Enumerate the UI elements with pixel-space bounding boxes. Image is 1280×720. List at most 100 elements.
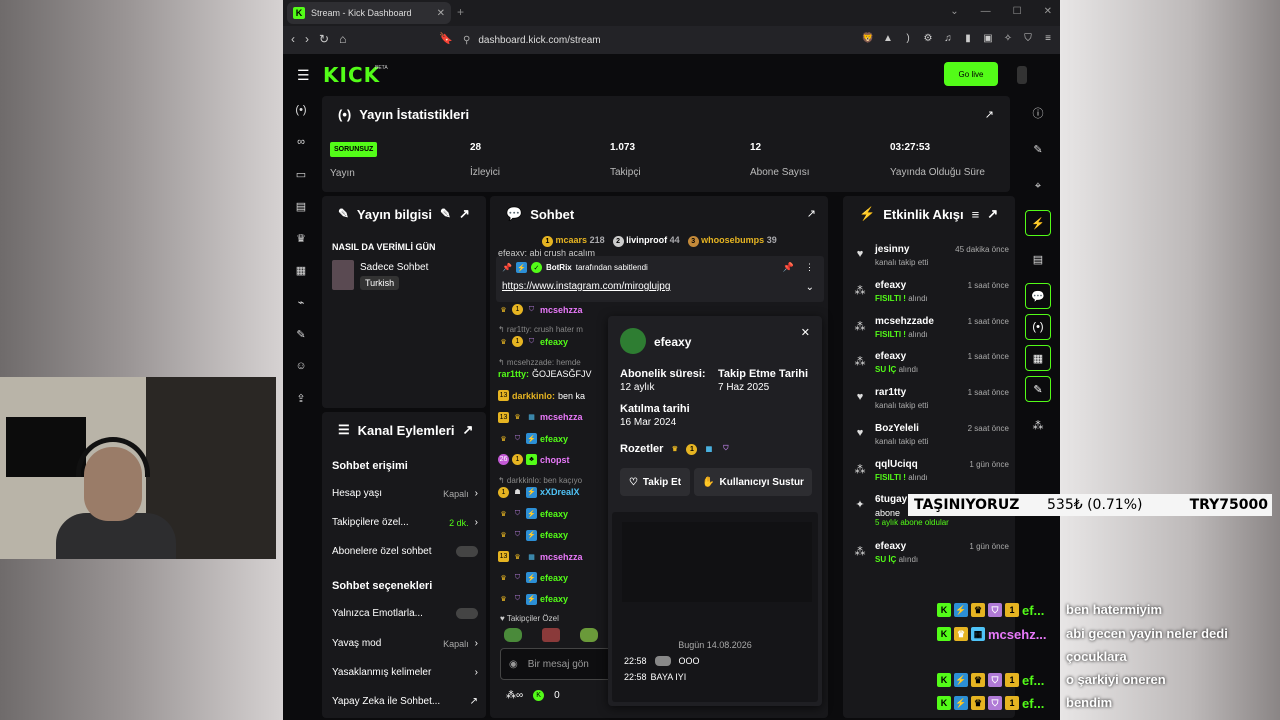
browser-tab[interactable]: K Stream - Kick Dashboard ✕ xyxy=(287,2,451,24)
chat-username[interactable]: darkkinlo: xyxy=(512,391,555,401)
stream-icon[interactable]: (•) xyxy=(283,94,319,126)
home-icon[interactable]: ⌂ xyxy=(339,32,346,46)
emote-chest-icon[interactable] xyxy=(542,628,560,642)
chat-message[interactable]: 13 ♛ ▦ mcsehzza xyxy=(498,551,583,562)
document-icon[interactable]: ▤ xyxy=(1016,241,1060,278)
mute-user-button[interactable]: ✋ Kullanıcıyı Sustur xyxy=(694,468,812,496)
url-field[interactable]: ⚲ dashboard.kick.com/stream xyxy=(463,30,813,50)
bolt-icon[interactable]: ⚡ xyxy=(1025,210,1051,236)
sidebar-icon[interactable]: ▮ xyxy=(962,32,974,44)
new-tab-icon[interactable]: + xyxy=(457,5,464,19)
tools-icon[interactable]: ✎ xyxy=(1025,376,1051,402)
chat-message[interactable]: ♛ ⛉ ⚡ efeaxy xyxy=(498,593,568,605)
event-username[interactable]: BozYeleli xyxy=(875,423,919,434)
activity-event[interactable]: ⁂ mcsehzzade FISILTI ! alındı 1 saat önce xyxy=(853,316,1013,352)
top-gifter-1[interactable]: 1 mcaars 218 xyxy=(542,235,605,247)
event-username[interactable]: efeaxy xyxy=(875,280,906,291)
link-icon[interactable]: ∞ xyxy=(283,126,319,158)
more-options-icon[interactable]: ⋮ xyxy=(805,262,814,273)
activity-event[interactable]: ♥ BozYeleli kanalı takip etti 2 saat önce xyxy=(853,423,1013,459)
users-icon[interactable]: ☺ xyxy=(283,350,319,382)
edit-icon[interactable]: ✎ xyxy=(1016,131,1060,168)
activity-event[interactable]: ⁂ qqlUciqq FISILTI ! alındı 1 gün önce xyxy=(853,459,1013,495)
chat-message[interactable]: ♛ 1 ⛉ mcsehzza xyxy=(498,304,583,315)
close-tab-icon[interactable]: ✕ xyxy=(437,8,445,19)
focus-icon[interactable]: ⌖ xyxy=(1016,168,1060,205)
chat-username[interactable]: mcsehzza xyxy=(540,305,583,315)
chat-username[interactable]: efeaxy xyxy=(540,337,568,347)
chat-toggle-icon[interactable]: 💬 xyxy=(1025,283,1051,309)
event-username[interactable]: 6tugay xyxy=(875,494,907,505)
chat-username[interactable]: mcsehzza xyxy=(540,412,583,422)
chat-username[interactable]: efeaxy xyxy=(540,530,568,540)
rewards-icon[interactable]: ▲ xyxy=(882,32,894,44)
chat-username[interactable]: efeaxy xyxy=(540,434,568,444)
popout-icon[interactable]: ↗ xyxy=(807,207,816,220)
event-username[interactable]: efeaxy xyxy=(875,541,906,552)
edit-icon[interactable]: ✎ xyxy=(440,206,451,222)
event-username[interactable]: mcsehzzade xyxy=(875,316,934,327)
window-icon[interactable]: ▭ xyxy=(283,158,319,190)
chat-message[interactable]: ♛ ⛉ ⚡ efeaxy xyxy=(498,508,568,520)
chat-message[interactable]: ♛ ⛉ ⚡ efeaxy xyxy=(498,529,568,541)
wallet-icon[interactable]: ▣ xyxy=(982,32,994,44)
upload-icon[interactable]: ⇪ xyxy=(283,382,319,414)
info-icon[interactable]: ⓘ xyxy=(1016,94,1060,131)
activity-event[interactable]: ⁂ efeaxy SU İÇ alındı 1 saat önce xyxy=(853,351,1013,387)
activity-event[interactable]: ♥ jesinny kanalı takip etti 45 dakika önce xyxy=(853,244,1013,280)
setting-account-age[interactable]: Hesap yaşı Kapalı › xyxy=(332,488,478,499)
chat-input[interactable]: ◉ Bir mesaj gön xyxy=(500,648,616,680)
chat-username[interactable]: mcsehzza xyxy=(540,552,583,562)
username[interactable]: efeaxy xyxy=(654,335,691,349)
subscribers-only-toggle[interactable] xyxy=(456,546,478,557)
follow-button[interactable]: ♡ Takip Et xyxy=(620,468,690,496)
emote-pepe-icon[interactable] xyxy=(504,628,522,642)
go-live-button[interactable]: Go live xyxy=(944,62,998,86)
activity-event[interactable]: ♥ rar1tty kanalı takip etti 1 saat önce xyxy=(853,387,1013,423)
top-gifter-2[interactable]: 2 livinproof 44 xyxy=(612,235,680,247)
user-avatar[interactable] xyxy=(1017,66,1027,84)
brave-shield-icon[interactable]: 🦁 xyxy=(862,32,874,44)
filter-icon[interactable]: ≡ xyxy=(972,207,980,222)
bookmark-icon[interactable]: 🔖 xyxy=(439,32,453,45)
broadcast-icon[interactable]: (•) xyxy=(1025,314,1051,340)
rewards-icon[interactable]: ⁂∞ xyxy=(506,690,523,701)
emote-frog-icon[interactable] xyxy=(580,628,598,642)
activity-event[interactable]: ⁂ efeaxy FISILTI ! alındı 1 saat önce xyxy=(853,280,1013,316)
chat-username[interactable]: rar1tty: xyxy=(498,369,529,379)
setting-followers-only[interactable]: Takipçilere özel... 2 dk. › xyxy=(332,517,478,528)
event-username[interactable]: efeaxy xyxy=(875,351,906,362)
setting-banned-words[interactable]: Yasaklanmış kelimeler › xyxy=(332,667,478,678)
menu-icon[interactable]: ≡ xyxy=(1042,32,1054,44)
site-info-icon[interactable]: ⚲ xyxy=(463,35,470,46)
chat-username[interactable]: efeaxy xyxy=(540,509,568,519)
chat-username[interactable]: chopst xyxy=(540,455,570,465)
rewards-icon[interactable]: ⁂ xyxy=(1016,407,1060,444)
extensions-icon[interactable]: ⚙ xyxy=(922,32,934,44)
chat-message[interactable]: 26 1 ♣ chopst xyxy=(498,454,570,466)
chat-username[interactable]: efeaxy xyxy=(540,594,568,604)
hamburger-menu-icon[interactable]: ☰ xyxy=(297,67,310,84)
popout-icon[interactable]: ↗ xyxy=(462,422,473,438)
maximize-icon[interactable]: ☐ xyxy=(1013,6,1022,17)
leo-icon[interactable]: ✧ xyxy=(1002,32,1014,44)
pinned-link[interactable]: https://www.instagram.com/miroglujpg xyxy=(502,281,670,292)
activity-event[interactable]: ⁂ efeaxy SU İÇ alındı 1 gün önce xyxy=(853,541,1013,577)
setting-ai-chat[interactable]: Yapay Zeka ile Sohbet... ↗ xyxy=(332,696,478,707)
setting-emote-only[interactable]: Yalnızca Emotlarla... xyxy=(332,608,478,619)
popout-icon[interactable]: ↗ xyxy=(985,108,994,121)
setting-slow-mode[interactable]: Yavaş mod Kapalı › xyxy=(332,638,478,649)
popout-icon[interactable]: ↗ xyxy=(459,206,470,222)
analytics-icon[interactable]: ▤ xyxy=(283,190,319,222)
close-icon[interactable]: ✕ xyxy=(801,326,810,339)
event-username[interactable]: rar1tty xyxy=(875,387,906,398)
event-username[interactable]: jesinny xyxy=(875,244,909,255)
chat-username[interactable]: efeaxy xyxy=(540,573,568,583)
wrench-icon[interactable]: ✎ xyxy=(283,318,319,350)
trophy-icon[interactable]: ♛ xyxy=(283,222,319,254)
reload-icon[interactable]: ↻ xyxy=(319,32,329,46)
chat-message[interactable]: rar1tty: ĞOJEASĞFJV xyxy=(498,369,592,379)
media-icon[interactable]: ▦ xyxy=(283,254,319,286)
popout-icon[interactable]: ↗ xyxy=(987,206,998,222)
layout-icon[interactable]: ▦ xyxy=(1025,345,1051,371)
